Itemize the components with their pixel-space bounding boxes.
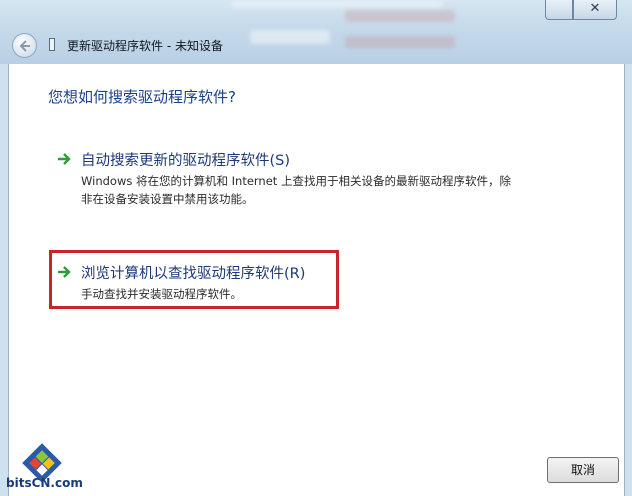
title-bar: ✕ 更新驱动程序软件 - 未知设备 bbox=[0, 0, 632, 64]
page-heading: 您想如何搜索驱动程序软件? bbox=[48, 88, 236, 106]
green-arrow-icon bbox=[58, 153, 71, 165]
logo-text: bitsCN.com bbox=[6, 476, 83, 490]
minimize-button[interactable] bbox=[545, 0, 573, 20]
blurred-background bbox=[345, 36, 455, 48]
cancel-button[interactable]: 取消 bbox=[547, 457, 619, 483]
window-title: 更新驱动程序软件 - 未知设备 bbox=[67, 39, 223, 53]
close-icon: ✕ bbox=[589, 1, 601, 16]
blurred-background bbox=[250, 30, 330, 44]
back-button[interactable] bbox=[12, 33, 37, 58]
option-auto-search-description: Windows 将在您的计算机和 Internet 上查找用于相关设备的最新驱动… bbox=[81, 174, 511, 206]
blurred-background bbox=[345, 10, 455, 22]
option-browse-computer-description: 手动查找并安装驱动程序软件。 bbox=[81, 287, 242, 301]
back-arrow-icon bbox=[19, 40, 30, 52]
option-browse-computer-title: 浏览计算机以查找驱动程序软件(R) bbox=[81, 266, 306, 282]
device-icon bbox=[49, 38, 55, 51]
blurred-background bbox=[232, 0, 442, 8]
close-button[interactable]: ✕ bbox=[573, 0, 617, 20]
green-arrow-icon bbox=[58, 266, 71, 278]
option-auto-search-title: 自动搜索更新的驱动程序软件(S) bbox=[81, 153, 291, 169]
wizard-content: 您想如何搜索驱动程序软件? 自动搜索更新的驱动程序软件(S) Windows 将… bbox=[8, 64, 625, 496]
